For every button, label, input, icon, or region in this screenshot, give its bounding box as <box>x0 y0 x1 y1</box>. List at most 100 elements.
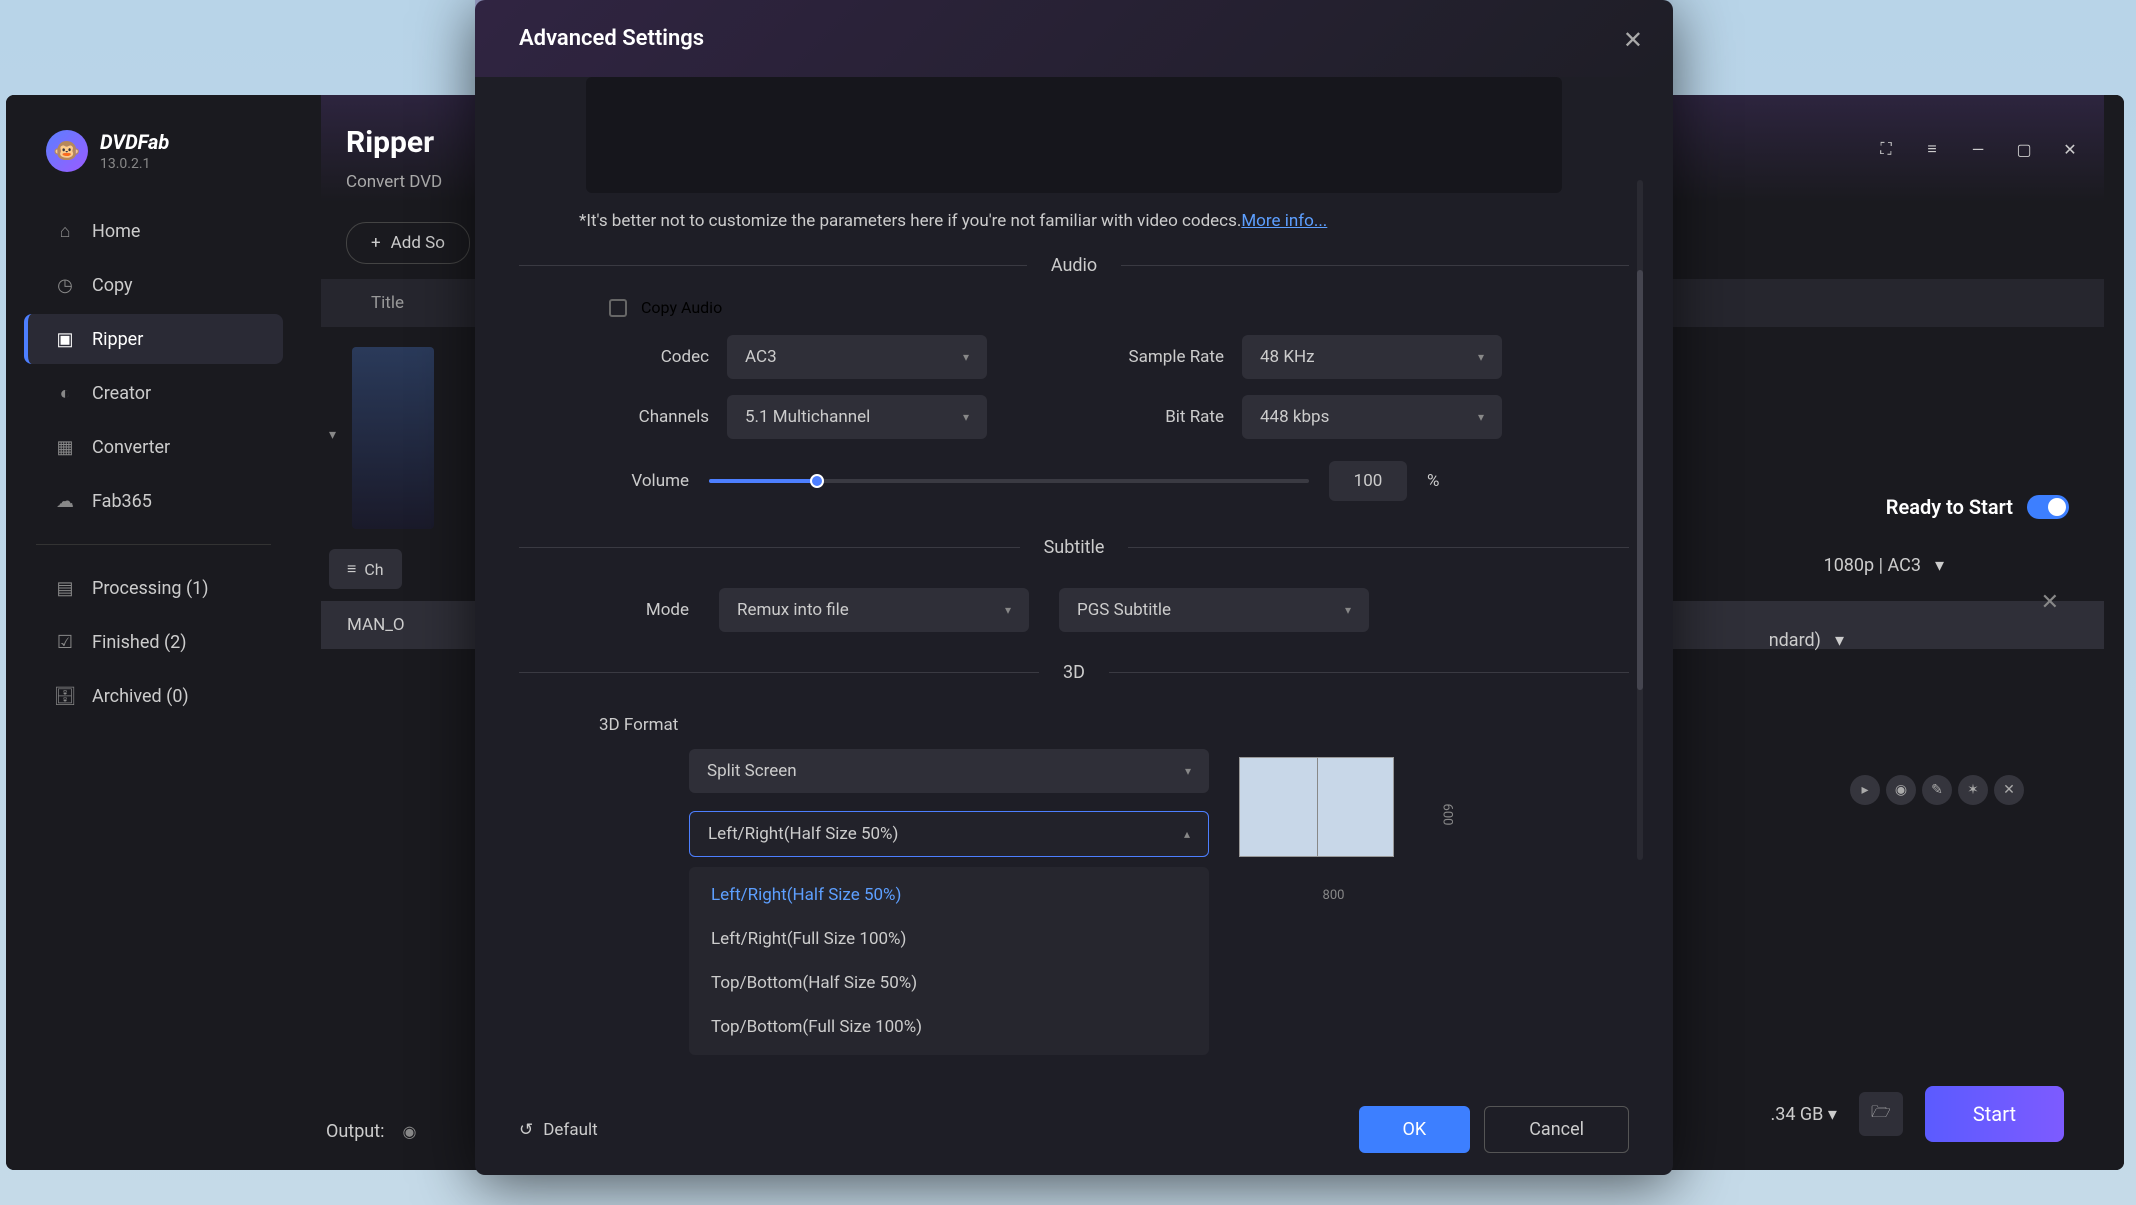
ripper-icon: ▣ <box>54 328 76 350</box>
3d-format-label: 3D Format <box>569 715 1629 735</box>
dropdown-option[interactable]: Left/Right(Full Size 100%) <box>689 917 1209 961</box>
app-version: 13.0.2.1 <box>100 156 169 172</box>
nav-creator[interactable]: ◐ Creator <box>24 368 283 418</box>
default-button[interactable]: ↺ Default <box>519 1120 598 1140</box>
codec-select[interactable]: AC3▾ <box>727 335 987 379</box>
dropdown-option[interactable]: Top/Bottom(Full Size 100%) <box>689 1005 1209 1049</box>
plus-icon: + <box>371 233 381 253</box>
bonus-icon[interactable]: ⛶ <box>1872 135 1900 163</box>
sample-rate-value: 48 KHz <box>1260 347 1315 367</box>
creator-icon: ◐ <box>54 382 76 404</box>
settings-icon[interactable]: ◉ <box>1886 775 1916 805</box>
add-source-label: Add So <box>391 233 445 253</box>
3d-height-label: 600 <box>1440 803 1455 825</box>
subtitle-mode-select[interactable]: Remux into file▾ <box>719 588 1029 632</box>
logo-area: 🐵 DVDFab 13.0.2.1 <box>6 130 301 202</box>
info-text: *It's better not to customize the parame… <box>519 211 1629 231</box>
modal-footer: ↺ Default OK Cancel <box>519 1106 1629 1153</box>
ready-toggle[interactable] <box>2027 495 2069 519</box>
crop-icon[interactable]: ✶ <box>1958 775 1988 805</box>
3d-layout-select[interactable]: Left/Right(Half Size 50%)▴ <box>689 811 1209 857</box>
bitrate-select[interactable]: 448 kbps▾ <box>1242 395 1502 439</box>
format-tag[interactable]: 1080p | AC3 ▾ <box>1824 555 1944 576</box>
quality-tag[interactable]: ndard) ▾ <box>1769 630 1844 651</box>
chevron-down-icon: ▾ <box>1005 603 1011 617</box>
modal-header: Advanced Settings <box>475 0 1673 77</box>
dropdown-option[interactable]: Top/Bottom(Half Size 50%) <box>689 961 1209 1005</box>
more-info-link[interactable]: More info... <box>1241 211 1327 231</box>
3d-preview-box <box>1239 757 1394 857</box>
minimize-icon[interactable]: — <box>1964 135 1992 163</box>
copy-audio-checkbox[interactable] <box>609 299 627 317</box>
video-preview-placeholder <box>586 77 1563 193</box>
3d-preview: 800 600 <box>1239 757 1428 881</box>
size-text[interactable]: .34 GB ▾ <box>1770 1104 1836 1125</box>
nav-home[interactable]: ⌂ Home <box>24 206 283 256</box>
close-window-icon[interactable]: ✕ <box>2056 135 2084 163</box>
archived-icon: 🗄 <box>54 685 76 707</box>
remove-item-icon[interactable]: ✕ <box>2041 590 2059 615</box>
choose-other-button[interactable]: ≡ Ch <box>329 549 402 589</box>
fab365-icon: ☁ <box>54 490 76 512</box>
copy-audio-label: Copy Audio <box>641 298 722 317</box>
play-icon[interactable]: ▸ <box>1850 775 1880 805</box>
folder-icon: 🗁 <box>1871 1101 1891 1128</box>
3d-section-divider: 3D <box>519 662 1629 683</box>
channels-select[interactable]: 5.1 Multichannel▾ <box>727 395 987 439</box>
cancel-button[interactable]: Cancel <box>1484 1106 1629 1153</box>
copy-icon: ◷ <box>54 274 76 296</box>
nav-processing[interactable]: ▤ Processing (1) <box>24 563 283 613</box>
add-source-button[interactable]: + Add So <box>346 222 470 264</box>
volume-percent: % <box>1427 471 1439 491</box>
movie-poster <box>352 347 434 529</box>
nav-ripper[interactable]: ▣ Ripper <box>24 314 283 364</box>
chevron-down-icon: ▾ <box>963 410 969 424</box>
scrollbar-thumb[interactable] <box>1637 270 1643 690</box>
copy-audio-row: Copy Audio <box>519 298 1629 317</box>
nav-converter[interactable]: ▦ Converter <box>24 422 283 472</box>
default-label: Default <box>543 1120 597 1140</box>
size-area: .34 GB ▾ 🗁 Start <box>1770 1086 2064 1142</box>
output-disc-icon: ◉ <box>402 1122 416 1141</box>
sample-rate-select[interactable]: 48 KHz ▾ <box>1242 335 1502 379</box>
volume-label: Volume <box>599 471 689 491</box>
edit-icon[interactable]: ✎ <box>1922 775 1952 805</box>
chevron-down-icon: ▾ <box>1345 603 1351 617</box>
nav-finished[interactable]: ☑ Finished (2) <box>24 617 283 667</box>
dropdown-option[interactable]: Left/Right(Half Size 50%) <box>689 873 1209 917</box>
ready-label: Ready to Start <box>1886 495 2013 519</box>
subtitle-type-select[interactable]: PGS Subtitle▾ <box>1059 588 1369 632</box>
menu-icon[interactable]: ≡ <box>1918 135 1946 163</box>
modal-close-icon[interactable]: ✕ <box>1623 26 1643 54</box>
volume-value[interactable]: 100 <box>1329 461 1407 501</box>
format-text: 1080p | AC3 <box>1824 555 1921 576</box>
expand-caret-icon[interactable]: ▾ <box>329 427 336 443</box>
finished-icon: ☑ <box>54 631 76 653</box>
nav-divider <box>36 544 271 545</box>
ready-row: Ready to Start <box>1886 495 2069 519</box>
3d-layout-dropdown: Left/Right(Half Size 50%) Left/Right(Ful… <box>689 867 1209 1055</box>
chevron-down-icon: ▾ <box>1185 764 1191 778</box>
bitrate-value: 448 kbps <box>1260 407 1329 427</box>
ok-button[interactable]: OK <box>1359 1106 1471 1153</box>
output-folder-button[interactable]: 🗁 <box>1859 1092 1903 1136</box>
3d-split-select[interactable]: Split Screen▾ <box>689 749 1209 793</box>
delete-icon[interactable]: ✕ <box>1994 775 2024 805</box>
nav-copy[interactable]: ◷ Copy <box>24 260 283 310</box>
nav-fab365[interactable]: ☁ Fab365 <box>24 476 283 526</box>
nav-label: Ripper <box>92 329 143 350</box>
chevron-down-icon: ▾ <box>963 350 969 364</box>
maximize-icon[interactable]: ▢ <box>2010 135 2038 163</box>
modal-title: Advanced Settings <box>519 26 1629 51</box>
bitrate-label: Bit Rate <box>1114 407 1224 427</box>
volume-slider[interactable] <box>709 479 1309 483</box>
modal-scrollbar[interactable] <box>1637 180 1643 860</box>
modal-body: *It's better not to customize the parame… <box>475 77 1673 1182</box>
subtitle-mode-label: Mode <box>599 600 689 620</box>
row-actions: ▸ ◉ ✎ ✶ ✕ <box>1850 775 2024 805</box>
chevron-down-icon: ▾ <box>1478 350 1484 364</box>
start-button[interactable]: Start <box>1925 1086 2064 1142</box>
chevron-down-icon: ▾ <box>1935 555 1944 576</box>
processing-icon: ▤ <box>54 577 76 599</box>
nav-archived[interactable]: 🗄 Archived (0) <box>24 671 283 721</box>
